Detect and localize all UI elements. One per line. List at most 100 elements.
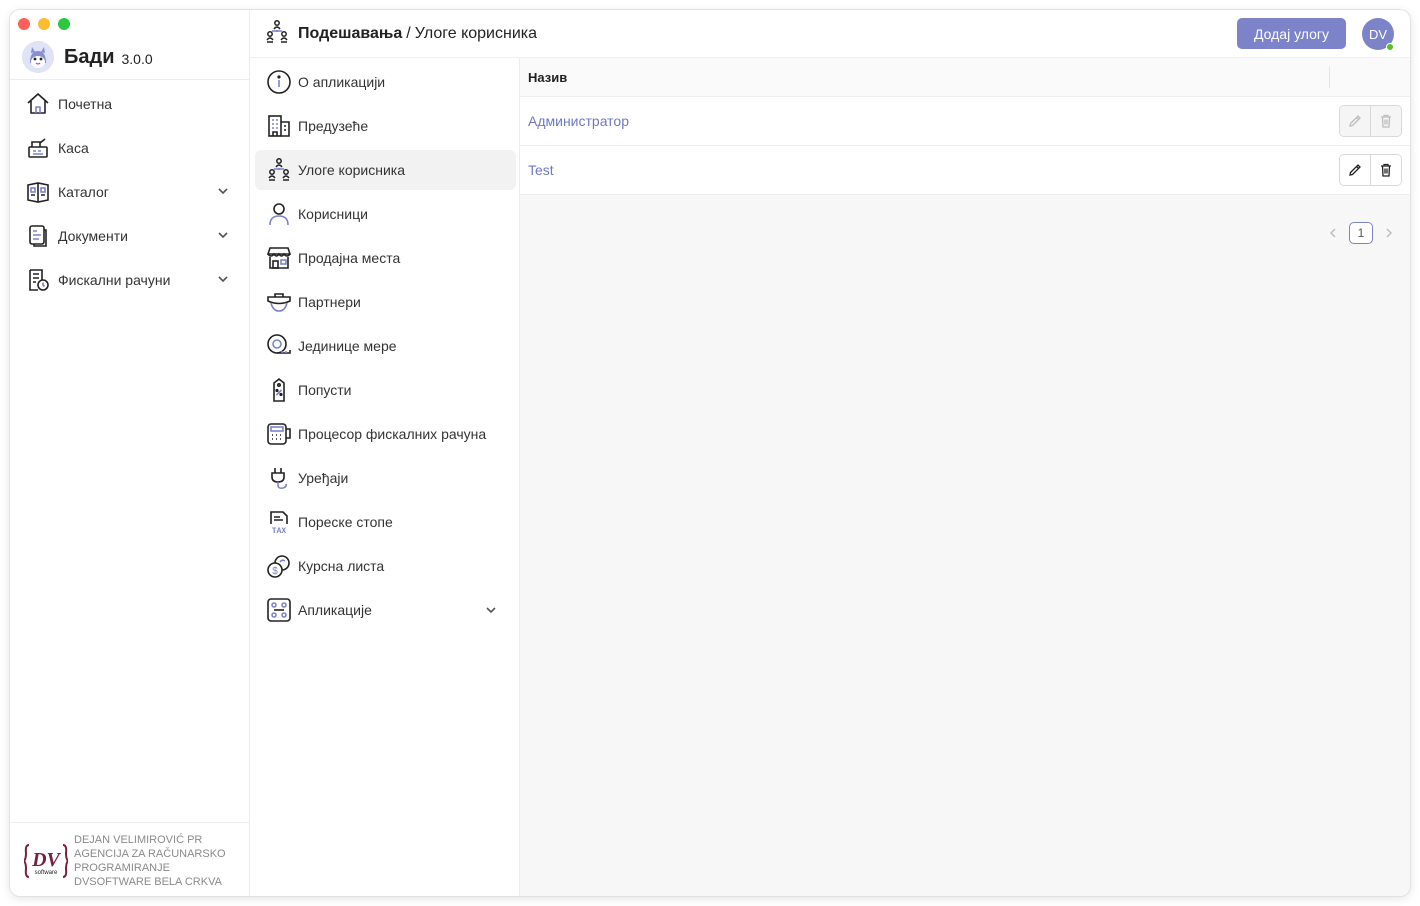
- logo-letters: DV: [31, 849, 61, 871]
- settings-item-about[interactable]: О апликацији: [255, 62, 516, 102]
- breadcrumb-section[interactable]: Подешавања: [298, 25, 402, 43]
- page-title: Улоге корисника: [414, 25, 538, 42]
- settings-item-discounts[interactable]: Попусти: [255, 370, 516, 410]
- pos-terminal-icon: [265, 420, 293, 448]
- app-logo-icon: [22, 41, 54, 73]
- column-divider: [1329, 66, 1330, 88]
- edit-button[interactable]: [1340, 106, 1371, 136]
- settings-item-users[interactable]: Корисници: [255, 194, 516, 234]
- prev-page-button[interactable]: [1325, 225, 1341, 241]
- column-header-name[interactable]: Назив: [528, 70, 567, 85]
- cash-register-icon: [24, 134, 52, 162]
- sidebar-item-label: Почетна: [58, 96, 113, 112]
- sidebar-item-label: Каталог: [58, 184, 109, 200]
- settings-item-user-roles[interactable]: Улоге корисника: [255, 150, 516, 190]
- row-actions: [1339, 105, 1402, 137]
- settings-item-label: Попусти: [298, 382, 352, 398]
- sidebar-item-fiscal-receipts[interactable]: Фискални рачуни: [10, 258, 250, 302]
- company-building-icon: [265, 112, 293, 140]
- settings-item-label: Предузеће: [298, 118, 369, 134]
- user-roles-icon: [264, 19, 290, 50]
- settings-item-label: Партнери: [298, 294, 361, 310]
- app-window: Бади 3.0.0 Почетна Каса Каталог Документ…: [10, 10, 1410, 896]
- pencil-icon: [1349, 164, 1362, 176]
- sidebar-item-cash-register[interactable]: Каса: [10, 126, 250, 170]
- settings-item-fiscal-processor[interactable]: Процесор фискалних рачуна: [255, 414, 516, 454]
- documents-icon: [24, 222, 52, 250]
- delete-button[interactable]: [1370, 106, 1401, 136]
- company-line: DEJAN VELIMIROVIĆ PR: [74, 834, 203, 846]
- settings-item-partners[interactable]: Партнери: [255, 282, 516, 322]
- settings-item-label: Пореске стопе: [298, 514, 393, 530]
- app-name: Бади: [64, 45, 115, 68]
- chevron-left-icon: [1330, 228, 1336, 238]
- delete-button[interactable]: [1370, 155, 1401, 185]
- role-name-link[interactable]: Test: [528, 162, 554, 178]
- window-controls: [18, 18, 70, 30]
- catalog-icon: [24, 178, 52, 206]
- next-page-button[interactable]: [1381, 225, 1397, 241]
- close-window-button[interactable]: [18, 18, 30, 30]
- settings-item-label: Процесор фискалних рачуна: [298, 426, 487, 442]
- sidebar-item-label: Документи: [58, 228, 128, 244]
- chevron-down-icon[interactable]: [216, 184, 230, 198]
- user-icon: [265, 200, 293, 228]
- sidebar-item-catalog[interactable]: Каталог: [10, 170, 250, 214]
- breadcrumb-separator: /: [406, 25, 411, 42]
- settings-item-label: Уређаји: [298, 470, 349, 486]
- settings-item-units[interactable]: Јединице мере: [255, 326, 516, 366]
- sidebar-item-documents[interactable]: Документи: [10, 214, 250, 258]
- role-name-link[interactable]: Администратор: [528, 113, 629, 129]
- tax-icon: TAX: [265, 508, 293, 536]
- table-row: Test: [520, 146, 1410, 195]
- settings-item-applications[interactable]: Апликације: [255, 590, 516, 630]
- online-status-indicator: [1386, 43, 1394, 51]
- settings-item-label: Јединице мере: [298, 338, 397, 354]
- company-line: DVSOFTWARE BELA CRKVA: [74, 876, 222, 888]
- sidebar-item-home[interactable]: Почетна: [10, 82, 250, 126]
- discount-tag-icon: [265, 376, 293, 404]
- settings-item-label: Курсна листа: [298, 558, 385, 574]
- minimize-window-button[interactable]: [38, 18, 50, 30]
- trash-icon: [1381, 114, 1392, 128]
- maximize-window-button[interactable]: [58, 18, 70, 30]
- chevron-down-icon[interactable]: [484, 603, 498, 617]
- chevron-down-icon[interactable]: [216, 228, 230, 242]
- settings-item-label: Продајна места: [298, 250, 401, 266]
- settings-item-label: Апликације: [298, 602, 372, 618]
- company-line: AGENCIJA ZA RAČUNARSKO: [74, 848, 226, 860]
- device-plug-icon: [265, 464, 293, 492]
- brand: Бади 3.0.0: [22, 40, 153, 74]
- home-icon: [24, 90, 52, 118]
- exchange-rate-icon: $: [265, 552, 293, 580]
- company-info: DEJAN VELIMIROVIĆ PR AGENCIJA ZA RAČUNAR…: [74, 833, 226, 889]
- pencil-icon: [1349, 115, 1362, 127]
- fiscal-receipts-icon: [24, 266, 52, 294]
- add-role-button[interactable]: Додај улогу: [1237, 18, 1346, 49]
- settings-item-exchange-rates[interactable]: $ Курсна листа: [255, 546, 516, 586]
- measuring-tape-icon: [265, 332, 293, 360]
- settings-item-stores[interactable]: Продајна места: [255, 238, 516, 278]
- settings-item-tax-rates[interactable]: TAX Пореске стопе: [255, 502, 516, 542]
- chevron-down-icon[interactable]: [216, 272, 230, 286]
- sidebar-item-label: Каса: [58, 140, 89, 156]
- settings-item-label: Корисници: [298, 206, 368, 222]
- trash-icon: [1381, 163, 1392, 177]
- settings-menu: О апликацији Предузеће Улоге корисника К…: [250, 58, 520, 896]
- partners-icon: [265, 288, 293, 316]
- app-version: 3.0.0: [121, 51, 153, 67]
- table-header: Назив: [520, 58, 1410, 97]
- settings-item-label: Улоге корисника: [298, 162, 405, 178]
- svg-text:TAX: TAX: [272, 527, 287, 535]
- main-content: Назив Администратор Test 1: [520, 58, 1410, 896]
- dvsoftware-logo: DV software: [22, 841, 70, 879]
- settings-item-devices[interactable]: Уређаји: [255, 458, 516, 498]
- top-header: Подешавања / Улоге корисника Додај улогу…: [250, 10, 1410, 58]
- pagination: 1: [1325, 222, 1397, 244]
- info-icon: [265, 68, 293, 96]
- breadcrumb: Подешавања / Улоге корисника: [264, 19, 538, 50]
- edit-button[interactable]: [1340, 155, 1371, 185]
- page-number-button[interactable]: 1: [1349, 222, 1373, 244]
- sidebar-footer: DV software DEJAN VELIMIROVIĆ PR AGENCIJ…: [10, 822, 250, 896]
- settings-item-company[interactable]: Предузеће: [255, 106, 516, 146]
